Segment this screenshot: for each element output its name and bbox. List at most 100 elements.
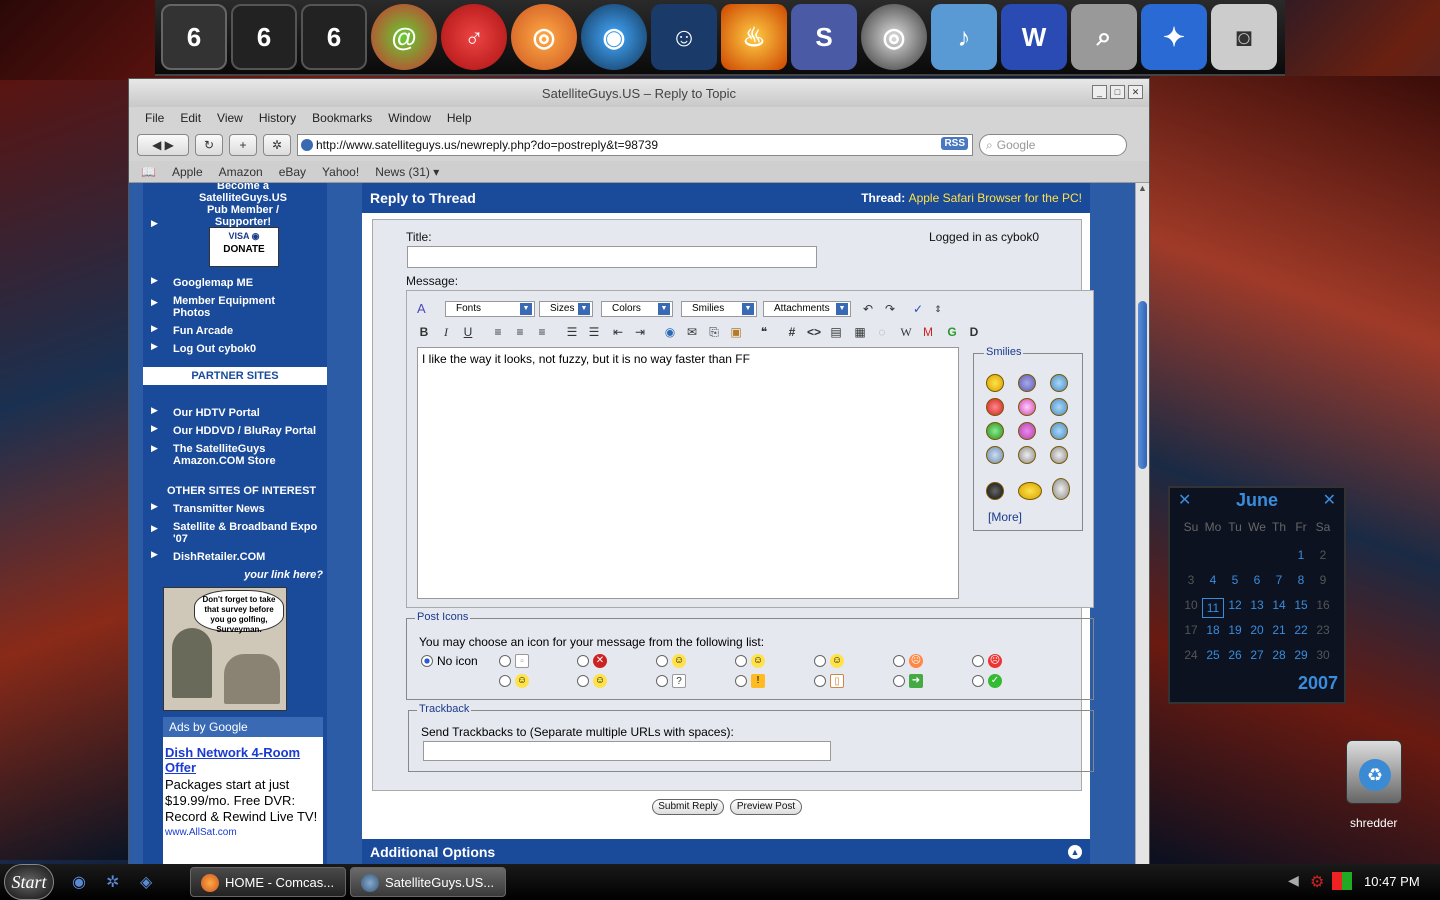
resize-toggle-icon[interactable]: ⇕ [929, 300, 947, 318]
link-broadband-expo[interactable]: Satellite & Broadband Expo '07 [173, 521, 323, 545]
drive-search-icon[interactable]: ⌕ [1071, 4, 1137, 70]
quote-icon[interactable]: ❝ [755, 323, 773, 341]
radio-icon[interactable] [735, 675, 747, 687]
calendar-day[interactable]: 13 [1246, 598, 1268, 612]
unordered-list-icon[interactable]: ☰ [585, 323, 603, 341]
survey-ad-image[interactable]: Don't forget to take that survey before … [163, 587, 287, 711]
bold-icon[interactable]: B [415, 323, 433, 341]
link-hdtv-portal[interactable]: Our HDTV Portal [173, 407, 260, 419]
link-transmitter-news[interactable]: Transmitter News [173, 503, 265, 515]
menu-file[interactable]: File [137, 111, 172, 125]
google-search-icon[interactable]: G [943, 323, 961, 341]
tongue-icon[interactable] [1018, 398, 1036, 416]
php-icon[interactable]: ▤ [827, 323, 845, 341]
smile-icon[interactable] [986, 374, 1004, 392]
radio-icon[interactable] [499, 655, 511, 667]
attachments-dropdown[interactable]: Attachments [763, 301, 851, 317]
radio-icon[interactable] [972, 655, 984, 667]
preview-post-button[interactable]: Preview Post [730, 799, 802, 815]
quicklaunch-safari-icon[interactable]: ✲ [106, 872, 119, 892]
penguin-icon[interactable] [986, 482, 1004, 500]
message-textarea[interactable]: I like the way it looks, not fuzzy, but … [417, 347, 959, 599]
calendar-day[interactable]: 25 [1202, 648, 1224, 662]
radio-icon[interactable] [893, 675, 905, 687]
messenger-icon[interactable]: ☺ [651, 4, 717, 70]
vertical-scrollbar[interactable]: ▲ [1135, 183, 1149, 865]
calendar-day[interactable]: 9 [1312, 573, 1334, 587]
spiral-app-icon[interactable]: @ [371, 4, 437, 70]
radio-icon[interactable] [577, 655, 589, 667]
smilies-dropdown[interactable]: Smilies [681, 301, 757, 317]
radio-icon[interactable] [499, 675, 511, 687]
underline-icon[interactable]: U [459, 323, 477, 341]
globe-icon[interactable]: ◉ [581, 4, 647, 70]
collapse-icon[interactable]: ▲ [1068, 845, 1082, 859]
calendar-day[interactable]: 23 [1312, 623, 1334, 637]
shredder-icon[interactable]: ♻ [1346, 740, 1402, 804]
ordered-list-icon[interactable]: ☰ [563, 323, 581, 341]
bug-report-button[interactable]: ✲ [263, 134, 291, 156]
unlink-icon[interactable]: ⎘ [705, 323, 723, 341]
monitor-icon-3[interactable]: 6 [301, 4, 367, 70]
link-fun-arcade[interactable]: Fun Arcade [173, 325, 233, 337]
radio-icon[interactable] [814, 655, 826, 667]
frog-icon[interactable]: ✦ [1141, 4, 1207, 70]
menu-bookmarks[interactable]: Bookmarks [304, 111, 380, 125]
calendar-day[interactable]: 20 [1246, 623, 1268, 637]
align-right-icon[interactable]: ≡ [533, 323, 551, 341]
rolleyes-icon[interactable] [1050, 422, 1068, 440]
quicklaunch-globe-icon[interactable]: ◉ [72, 872, 86, 892]
dictionary-icon[interactable]: D [965, 323, 983, 341]
calendar-next-icon[interactable]: ✕ [1323, 490, 1336, 510]
align-center-icon[interactable]: ≡ [511, 323, 529, 341]
bookmark-apple[interactable]: Apple [172, 165, 203, 179]
radio-icon[interactable] [972, 675, 984, 687]
redo-icon[interactable]: ↷ [881, 300, 899, 318]
monitor-icon-2[interactable]: 6 [231, 4, 297, 70]
cool-icon[interactable] [986, 446, 1004, 464]
burn-disc-icon[interactable]: ♨ [721, 4, 787, 70]
vodafone-icon[interactable]: ♂ [441, 4, 507, 70]
outdent-icon[interactable]: ⇤ [609, 323, 627, 341]
radio-icon[interactable] [577, 675, 589, 687]
bookmark-ebay[interactable]: eBay [279, 165, 306, 179]
link-hddvd-portal[interactable]: Our HDDVD / BluRay Portal [173, 425, 316, 437]
minimize-button[interactable]: _ [1092, 85, 1107, 99]
sizes-dropdown[interactable]: Sizes [539, 301, 593, 317]
bookmark-yahoo[interactable]: Yahoo! [322, 165, 359, 179]
calendar-day[interactable]: 5 [1224, 573, 1246, 587]
calendar-day[interactable]: 21 [1268, 623, 1290, 637]
calendar-day[interactable]: 22 [1290, 623, 1312, 637]
link-member-equipment[interactable]: Member Equipment Photos [173, 295, 293, 319]
calendar-day[interactable]: 29 [1290, 648, 1312, 662]
reload-button[interactable]: ↻ [195, 134, 223, 156]
wink-icon[interactable] [1050, 398, 1068, 416]
undo-icon[interactable]: ↶ [859, 300, 877, 318]
word-icon[interactable]: W [1001, 4, 1067, 70]
donate-button[interactable]: VISA ◉ DONATE [209, 227, 279, 267]
calendar-day[interactable]: 19 [1224, 623, 1246, 637]
camera-icon[interactable]: ◙ [1211, 4, 1277, 70]
tray-gear-icon[interactable]: ⚙ [1310, 872, 1324, 892]
task-safari[interactable]: SatelliteGuys.US... [350, 867, 506, 897]
submit-reply-button[interactable]: Submit Reply [652, 799, 724, 815]
code-icon[interactable]: # [783, 323, 801, 341]
trackback-input[interactable] [423, 741, 831, 761]
your-link-here[interactable]: your link here? [244, 569, 323, 581]
radio-icon[interactable] [656, 675, 668, 687]
menu-history[interactable]: History [251, 111, 304, 125]
calendar-day[interactable]: 14 [1268, 598, 1290, 612]
more-smilies-link[interactable]: [More] [988, 510, 1022, 524]
idea-icon[interactable] [1052, 478, 1070, 500]
calendar-day[interactable]: 6 [1246, 573, 1268, 587]
start-button[interactable]: Start [4, 864, 54, 900]
bookmark-news[interactable]: News (31) ▾ [375, 165, 439, 179]
monitor-icon[interactable]: 6 [161, 4, 227, 70]
dancing-icon[interactable] [1018, 482, 1042, 500]
strike-icon[interactable]: M [919, 323, 937, 341]
back-forward-buttons[interactable]: ◀ ▶ [137, 134, 189, 156]
frown-icon[interactable] [1018, 374, 1036, 392]
eek-icon[interactable] [1018, 422, 1036, 440]
calendar-day[interactable]: 15 [1290, 598, 1312, 612]
calendar-day[interactable]: 3 [1180, 573, 1202, 587]
